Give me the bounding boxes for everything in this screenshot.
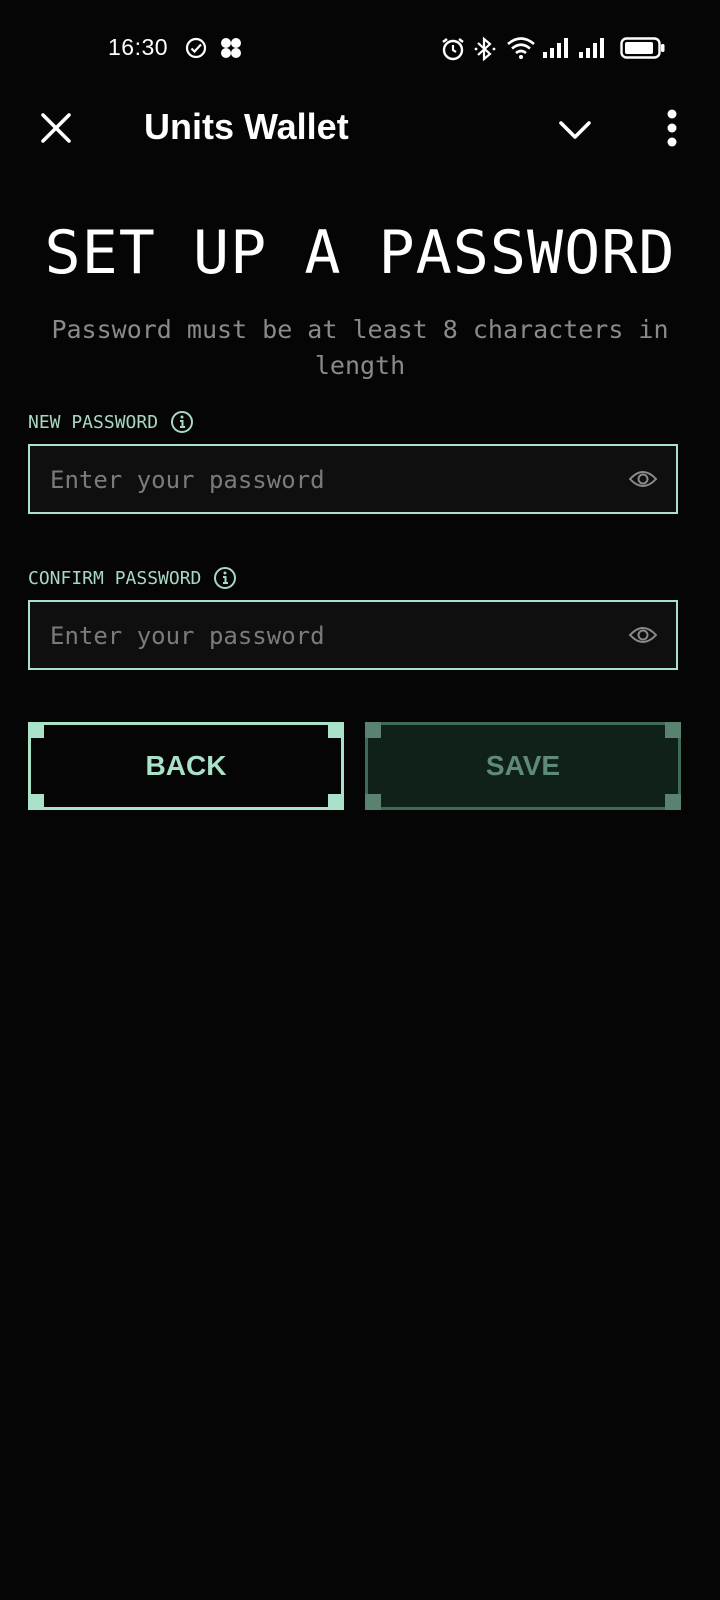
corner-decoration	[665, 722, 681, 738]
confirm-password-input[interactable]	[48, 602, 622, 670]
page-subtitle: Password must be at least 8 characters i…	[51, 315, 669, 380]
eye-icon[interactable]	[628, 622, 658, 648]
page-title: SET UP A PASSWORD	[44, 218, 676, 288]
new-password-label-row: NEW PASSWORD	[28, 410, 194, 434]
status-bar: 16:30	[0, 0, 720, 96]
bluetooth-icon	[474, 36, 496, 62]
chevron-down-icon[interactable]	[556, 110, 594, 148]
app-notification-icon	[221, 38, 241, 58]
alarm-icon	[442, 38, 464, 61]
app-bar: Units Wallet	[0, 96, 720, 162]
info-icon[interactable]	[170, 410, 194, 434]
status-time: 16:30	[108, 34, 169, 60]
save-button-label: SAVE	[485, 750, 561, 781]
confirm-password-label-row: CONFIRM PASSWORD	[28, 566, 237, 590]
corner-decoration	[328, 794, 344, 810]
back-button-label: BACK	[145, 750, 227, 781]
signal-icon	[543, 38, 568, 58]
app-title: Units Wallet	[144, 106, 349, 147]
corner-decoration	[28, 794, 44, 810]
confirm-password-field	[28, 600, 678, 670]
signal-icon-2	[579, 38, 604, 58]
save-button[interactable]: SAVE	[365, 722, 681, 810]
corner-decoration	[365, 794, 381, 810]
new-password-label: NEW PASSWORD	[28, 411, 159, 433]
info-icon[interactable]	[213, 566, 237, 590]
new-password-input[interactable]	[48, 446, 622, 514]
corner-decoration	[665, 794, 681, 810]
new-password-field	[28, 444, 678, 514]
confirm-password-label: CONFIRM PASSWORD	[28, 567, 202, 589]
eye-icon[interactable]	[628, 466, 658, 492]
corner-decoration	[328, 722, 344, 738]
wifi-icon	[507, 37, 535, 59]
battery-icon	[620, 37, 665, 59]
corner-decoration	[365, 722, 381, 738]
more-vertical-icon[interactable]	[656, 106, 688, 150]
back-button[interactable]: BACK	[28, 722, 344, 810]
corner-decoration	[28, 722, 44, 738]
close-icon[interactable]	[38, 110, 74, 146]
check-circle-icon	[185, 37, 207, 59]
